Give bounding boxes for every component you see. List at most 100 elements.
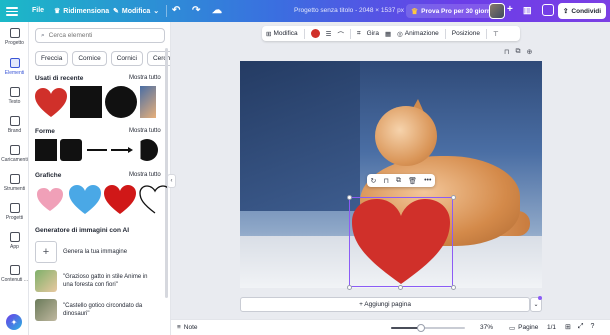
copy-icon[interactable]: ⧉ [396, 177, 401, 185]
edit-button[interactable]: ⊞ Modifica [266, 30, 298, 38]
analytics-icon[interactable]: ▥ [523, 5, 532, 16]
recent-circle[interactable] [105, 86, 137, 118]
edit-menu-button[interactable]: ✎ Modifica ⌄ [113, 7, 159, 16]
recent-heart[interactable] [35, 88, 67, 118]
lock-icon[interactable]: ⊓ [383, 177, 388, 185]
magic-icon[interactable]: ✦ [6, 314, 22, 330]
crown-icon: ♛ [411, 6, 419, 16]
comment-icon[interactable] [542, 4, 554, 16]
zoom-knob[interactable] [416, 324, 425, 332]
search-box[interactable]: ⌕ [35, 28, 165, 43]
ai-suggestion-item[interactable]: "Castello gotico circondato da dinosauri… [35, 299, 158, 321]
paint-roller-icon[interactable]: ⊤ [493, 30, 499, 38]
resize-handle[interactable] [347, 285, 352, 290]
recent-title: Usati di recente [35, 75, 84, 82]
shape-arrow-line[interactable] [111, 149, 129, 151]
graphic-outline-heart[interactable] [139, 185, 167, 215]
border-style-icon[interactable]: ☰ [326, 30, 332, 38]
fullscreen-icon[interactable]: ⤢ [578, 323, 584, 331]
recent-image[interactable] [140, 86, 156, 118]
help-icon[interactable]: ? [590, 323, 594, 331]
add-collaborator-icon[interactable]: + [507, 4, 513, 15]
top-bar: File ♛ Ridimensiona ✎ Modifica ⌄ ↶ ↷ ☁ Prog… [0, 0, 610, 22]
more-icon[interactable]: ••• [424, 177, 431, 184]
resize-handle[interactable] [451, 285, 456, 290]
shape-circle[interactable] [136, 139, 158, 161]
rotate-icon[interactable]: ↻ [371, 177, 377, 185]
transparency-icon[interactable]: ▦ [385, 30, 391, 38]
resize-handle[interactable] [347, 195, 352, 200]
grid-view-icon[interactable]: ⊞ [565, 323, 571, 331]
ai-item-text: Genera la tua immagine [63, 249, 128, 255]
shape-line[interactable] [87, 149, 107, 151]
graphics-show-all[interactable]: Mostra tutto [129, 172, 161, 178]
rail-item-uploads[interactable]: Caricamenti [0, 145, 29, 163]
chip-frame[interactable]: Cornice [72, 51, 107, 66]
shape-square[interactable] [35, 139, 57, 161]
rail-item-apps[interactable]: App [0, 232, 29, 250]
folder-icon [9, 203, 20, 213]
notes-button[interactable]: ≡ Note [177, 324, 198, 331]
selected-heart[interactable] [349, 197, 453, 287]
share-button[interactable]: ⇪ Condividi [558, 3, 606, 19]
search-input[interactable] [48, 32, 149, 39]
duplicate-page-icon[interactable]: ⧉ [515, 48, 520, 56]
rail-label: Progetti [5, 215, 24, 221]
rail-item-projects[interactable]: Progetti [0, 203, 29, 221]
resize-button[interactable]: ♛ Ridimensiona [54, 7, 109, 16]
recent-show-all[interactable]: Mostra tutto [129, 75, 161, 81]
graphic-pink-heart[interactable] [37, 188, 63, 212]
chip-frames[interactable]: Cornici [110, 51, 143, 66]
collapse-panel-button[interactable]: ‹ [167, 174, 176, 188]
add-page-button[interactable]: + Aggiungi pagina [240, 297, 530, 312]
redo-icon[interactable]: ↷ [192, 5, 200, 16]
animation-button[interactable]: ◎ Animazione [397, 30, 439, 38]
pages-icon: ▭ [509, 325, 516, 332]
pages-button[interactable]: ▭ Pagine [509, 324, 538, 332]
document-title[interactable]: Progetto senza titolo - 2048 × 1537 px [294, 7, 404, 14]
rotate-handle[interactable] [398, 285, 403, 290]
edit-label: Modifica [273, 30, 298, 37]
page-tools: ⊓ ⧉ ⊕ [504, 48, 532, 56]
heart-shape[interactable] [350, 198, 452, 286]
divider [350, 28, 351, 39]
file-menu[interactable]: File [32, 7, 44, 14]
panel-scrollbar[interactable] [165, 48, 168, 298]
rail-item-text[interactable]: Testo [0, 87, 29, 105]
cloud-sync-icon[interactable]: ☁ [212, 5, 222, 16]
avatar[interactable] [489, 3, 505, 19]
add-page-icon[interactable]: ⊕ [526, 48, 532, 56]
color-swatch[interactable] [310, 29, 320, 38]
shape-rounded-square[interactable] [60, 139, 82, 161]
rail-item-brand[interactable]: Brand [0, 116, 29, 134]
graphic-red-heart[interactable] [104, 185, 136, 215]
context-toolbar: ⊞ Modifica ☰ ⌒ ⌗ Gira ▦ ◎ Animazione Posiz… [262, 26, 520, 41]
position-button[interactable]: Posizione [452, 30, 480, 37]
edit-icon: ⊞ [266, 30, 272, 38]
chip-arrow[interactable]: Freccia [35, 51, 69, 66]
undo-icon[interactable]: ↶ [172, 5, 180, 16]
try-pro-button[interactable]: ♛ Prova Pro per 30 giorni [406, 4, 498, 18]
rail-item-tools[interactable]: Strumenti [0, 174, 29, 192]
rail-item-elements[interactable]: Elementi [0, 58, 29, 76]
zoom-value[interactable]: 37% [480, 324, 493, 331]
graphic-blue-heart[interactable] [69, 185, 101, 215]
rail-item-project[interactable]: Progetto [0, 28, 29, 46]
corner-rounding-icon[interactable]: ⌒ [338, 29, 345, 39]
pencil-tool-icon [9, 174, 20, 184]
animation-label: Animazione [404, 30, 439, 37]
lock-icon[interactable]: ⊓ [504, 48, 509, 56]
recent-square[interactable] [70, 86, 102, 118]
zoom-slider[interactable] [391, 324, 465, 332]
ai-suggestion-item[interactable]: "Grazioso gatto in stile Anime in una fo… [35, 270, 158, 292]
divider [444, 28, 446, 39]
shapes-show-all[interactable]: Mostra tutto [129, 128, 161, 134]
crop-icon[interactable]: ⌗ [357, 30, 361, 38]
ai-generate-item[interactable]: + Genera la tua immagine [35, 241, 158, 263]
resize-handle[interactable] [451, 195, 456, 200]
text-icon [9, 87, 20, 97]
trash-icon[interactable]: 🗑 [408, 177, 417, 185]
rotate-button[interactable]: Gira [367, 30, 379, 37]
rail-item-content[interactable]: Contenuti ... [0, 265, 29, 283]
menu-icon[interactable] [6, 5, 18, 17]
